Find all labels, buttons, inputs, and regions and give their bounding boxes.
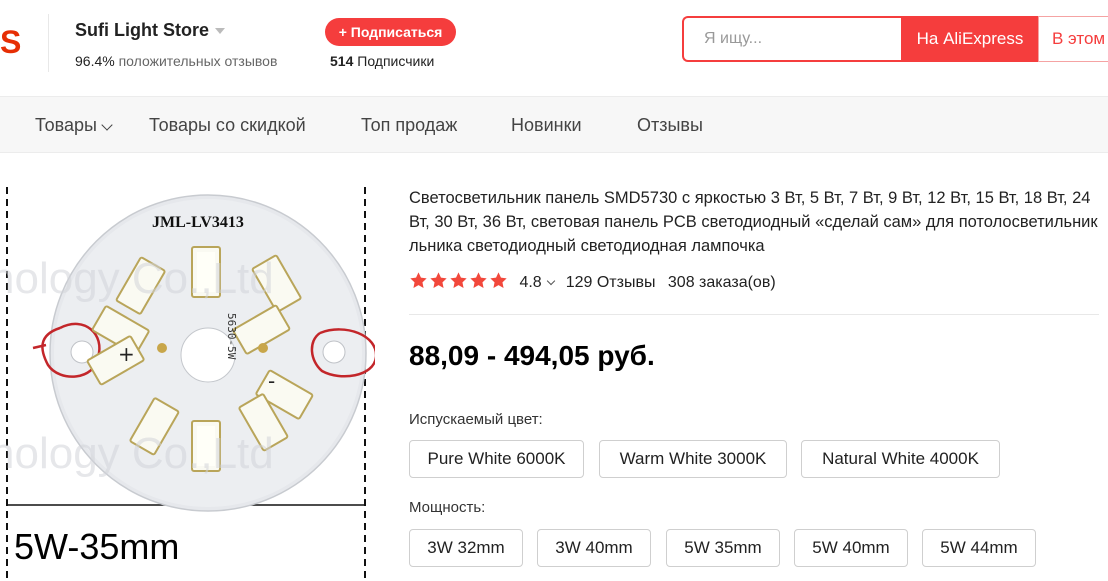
minus-mark: - (268, 369, 275, 393)
nav-item-new[interactable]: Новинки (511, 97, 582, 154)
chevron-down-icon (101, 119, 113, 131)
nav-item-top-sales[interactable]: Топ продаж (361, 97, 457, 154)
star-rating (409, 272, 509, 291)
chip-text: 5630-5W (225, 313, 238, 360)
aliexpress-logo[interactable]: S (0, 22, 21, 62)
star-icon (470, 272, 487, 288)
nav-item-products[interactable]: Товары (35, 97, 113, 154)
led-board-picture: JML-LV3413 + - 5630-5W nology Co.,Ltd no… (0, 187, 375, 581)
power-option-3w-32mm[interactable]: 3W 32mm (409, 529, 523, 567)
highlight-circle (32, 343, 47, 350)
store-nav: Товары Товары со скидкой Топ продаж Нови… (0, 96, 1108, 153)
color-label: Испускаемый цвет: (409, 411, 543, 428)
search-aliexpress-button[interactable]: На AliExpress (901, 16, 1039, 62)
mounting-hole (322, 340, 346, 364)
star-icon (410, 272, 427, 288)
followers-count: 514 (330, 53, 354, 69)
store-rating: 96.4% положительных отзывов (75, 52, 277, 70)
caret-down-icon[interactable] (215, 28, 225, 35)
follow-button[interactable]: + Подписаться (325, 18, 456, 46)
nav-item-reviews[interactable]: Отзывы (637, 97, 703, 154)
search-box (682, 16, 902, 62)
followers: 514 Подписчики (330, 52, 434, 70)
rating-row: 4.8 129 Отзывы 308 заказа(ов) (409, 271, 776, 295)
store-name[interactable]: Sufi Light Store (75, 19, 225, 41)
color-option-warm-white[interactable]: Warm White 3000K (599, 440, 787, 478)
star-icon (430, 272, 447, 288)
product-image[interactable]: JML-LV3413 + - 5630-5W nology Co.,Ltd no… (0, 185, 375, 581)
header-divider (48, 14, 49, 72)
positive-rating-label: положительных отзывов (118, 53, 278, 69)
price: 88,09 - 494,05 руб. (409, 340, 655, 371)
orders-count: 308 заказа(ов) (667, 274, 776, 291)
chevron-down-icon[interactable] (546, 276, 555, 286)
power-option-3w-40mm[interactable]: 3W 40mm (537, 529, 651, 567)
store-name-text[interactable]: Sufi Light Store (75, 20, 209, 40)
size-caption: 5W-35mm (14, 526, 179, 567)
positive-rating-value: 96.4% (75, 53, 115, 69)
store-header: S Sufi Light Store 96.4% положительных о… (0, 0, 1108, 96)
watermark: nology Co.,Ltd (0, 429, 274, 478)
search-input[interactable] (684, 18, 902, 60)
rating-value[interactable]: 4.8 (519, 274, 541, 291)
solder-pad (157, 343, 167, 353)
nav-item-label: Товары (35, 115, 97, 135)
board-label: JML-LV3413 (152, 214, 244, 231)
star-icon (490, 272, 507, 288)
product-title: Светосветильник панель SMD5730 с яркость… (409, 189, 1098, 255)
reviews-link[interactable]: 129 Отзывы (566, 274, 656, 291)
star-icon (450, 272, 467, 288)
search-in-store-button[interactable]: В этом магазине (1038, 16, 1108, 62)
power-option-5w-40mm[interactable]: 5W 40mm (794, 529, 908, 567)
followers-label: Подписчики (357, 53, 435, 69)
watermark: nology Co.,Ltd (0, 254, 274, 303)
solder-pad (258, 343, 268, 353)
power-option-5w-44mm[interactable]: 5W 44mm (922, 529, 1036, 567)
power-label: Мощность: (409, 499, 486, 516)
divider (409, 314, 1099, 315)
color-option-pure-white[interactable]: Pure White 6000K (409, 440, 584, 478)
color-option-natural-white[interactable]: Natural White 4000K (801, 440, 1000, 478)
plus-mark: + (118, 342, 135, 366)
power-option-5w-35mm[interactable]: 5W 35mm (666, 529, 780, 567)
nav-item-discounts[interactable]: Товары со скидкой (149, 97, 306, 154)
